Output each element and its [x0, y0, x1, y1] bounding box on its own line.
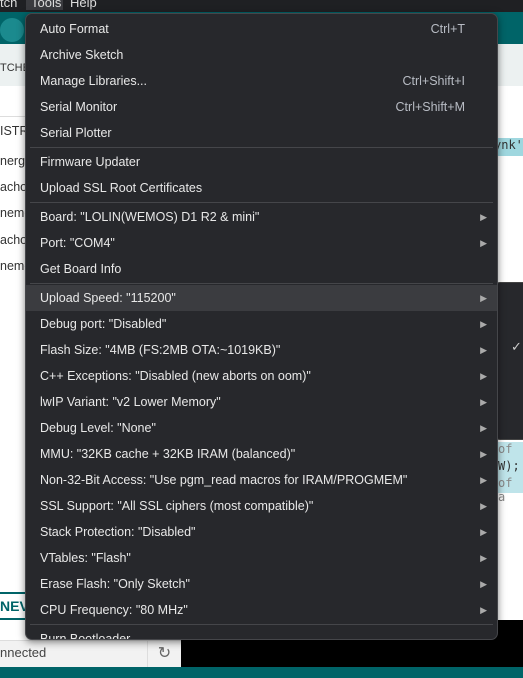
bottom-bar: [0, 667, 523, 678]
menu-item-label: VTables: "Flash": [40, 551, 131, 565]
menu-item[interactable]: Non-32-Bit Access: "Use pgm_read macros …: [26, 467, 497, 493]
menu-item[interactable]: Burn Bootloader: [26, 626, 497, 640]
menu-item-label: Auto Format: [40, 22, 109, 36]
menu-item-label: Serial Plotter: [40, 126, 112, 140]
menu-item[interactable]: Serial Plotter: [26, 120, 497, 146]
menu-separator: [30, 202, 493, 203]
menu-item-label: Port: "COM4": [40, 236, 115, 250]
menu-separator: [30, 147, 493, 148]
menu-help[interactable]: Help: [70, 0, 97, 9]
menu-item[interactable]: Debug Level: "None" ▶: [26, 415, 497, 441]
menu-item[interactable]: Flash Size: "4MB (FS:2MB OTA:~1019KB)" ▶: [26, 337, 497, 363]
menu-item-label: Stack Protection: "Disabled": [40, 525, 196, 539]
chevron-right-icon: ▶: [480, 371, 487, 381]
menu-item[interactable]: Auto Format Ctrl+T: [26, 16, 497, 42]
chevron-right-icon: ▶: [480, 345, 487, 355]
sidebar-item[interactable]: acho: [0, 180, 27, 194]
sidebar-item[interactable]: nerg: [0, 154, 25, 168]
chevron-right-icon: ▶: [480, 579, 487, 589]
menu-item-label: lwIP Variant: "v2 Lower Memory": [40, 395, 221, 409]
menu-separator: [30, 283, 493, 284]
menu-item[interactable]: Archive Sketch: [26, 42, 497, 68]
menu-item[interactable]: Manage Libraries... Ctrl+Shift+I: [26, 68, 497, 94]
menu-item[interactable]: Get Board Info: [26, 256, 497, 282]
chevron-right-icon: ▶: [480, 527, 487, 537]
menu-item-label: Non-32-Bit Access: "Use pgm_read macros …: [40, 473, 408, 487]
checkmark-icon: ✓: [511, 339, 522, 354]
menu-item[interactable]: Serial Monitor Ctrl+Shift+M: [26, 94, 497, 120]
code-line: of a: [498, 476, 523, 504]
menu-tools[interactable]: Tools: [26, 0, 63, 10]
connection-status: nnected: [0, 645, 47, 660]
chevron-right-icon: ▶: [480, 423, 487, 433]
menu-item[interactable]: C++ Exceptions: "Disabled (new aborts on…: [26, 363, 497, 389]
menu-item[interactable]: VTables: "Flash" ▶: [26, 545, 497, 571]
menu-item-label: Serial Monitor: [40, 100, 118, 114]
chevron-right-icon: ▶: [480, 238, 487, 248]
menu-sketch[interactable]: tch: [0, 0, 17, 9]
menu-item-label: Erase Flash: "Only Sketch": [40, 577, 190, 591]
menu-item-label: Get Board Info: [40, 262, 122, 276]
tools-menu: Auto Format Ctrl+T Archive Sketch Manage Li…: [25, 13, 498, 640]
menu-item[interactable]: CPU Frequency: "80 MHz" ▶: [26, 597, 497, 623]
menu-item-shortcut: Ctrl+Shift+I: [402, 74, 465, 88]
menu-item-label: Debug Level: "None": [40, 421, 156, 435]
menu-item-label: Firmware Updater: [40, 155, 141, 169]
chevron-right-icon: ▶: [480, 475, 487, 485]
code-highlight: ynk': [494, 138, 523, 156]
menu-item[interactable]: Port: "COM4" ▶: [26, 230, 497, 256]
menu-item-label: Flash Size: "4MB (FS:2MB OTA:~1019KB)": [40, 343, 281, 357]
menu-item-shortcut: Ctrl+T: [430, 22, 465, 36]
menu-item-label: Archive Sketch: [40, 48, 124, 62]
menu-item-label: MMU: "32KB cache + 32KB IRAM (balanced)": [40, 447, 296, 461]
refresh-icon[interactable]: ↻: [147, 641, 181, 668]
menu-item[interactable]: Erase Flash: "Only Sketch" ▶: [26, 571, 497, 597]
menu-item-label: Debug port: "Disabled": [40, 317, 167, 331]
status-bar: nnected ↻: [0, 640, 181, 668]
tab-new[interactable]: NEV: [0, 592, 29, 620]
menu-item-label: C++ Exceptions: "Disabled (new aborts on…: [40, 369, 311, 383]
menu-item[interactable]: Stack Protection: "Disabled" ▶: [26, 519, 497, 545]
menubar: tch Tools Help: [0, 0, 523, 12]
divider: [0, 116, 25, 117]
menu-item[interactable]: lwIP Variant: "v2 Lower Memory" ▶: [26, 389, 497, 415]
upload-speed-submenu: ✓: [494, 282, 523, 440]
code-line: W);: [498, 459, 523, 476]
chevron-right-icon: ▶: [480, 449, 487, 459]
chevron-right-icon: ▶: [480, 319, 487, 329]
menu-item[interactable]: MMU: "32KB cache + 32KB IRAM (balanced)"…: [26, 441, 497, 467]
menu-item-label: Board: "LOLIN(WEMOS) D1 R2 & mini": [40, 210, 260, 224]
menu-item-label: Upload Speed: "115200": [40, 291, 176, 305]
menu-item-label: Upload SSL Root Certificates: [40, 181, 203, 195]
chevron-right-icon: ▶: [480, 553, 487, 563]
chevron-right-icon: ▶: [480, 397, 487, 407]
chevron-right-icon: ▶: [480, 293, 487, 303]
upload-button[interactable]: [0, 18, 24, 42]
menu-item[interactable]: Firmware Updater: [26, 149, 497, 175]
menu-item[interactable]: SSL Support: "All SSL ciphers (most comp…: [26, 493, 497, 519]
menu-item[interactable]: Upload SSL Root Certificates: [26, 175, 497, 201]
menu-item-label: Manage Libraries...: [40, 74, 148, 88]
sidebar-item[interactable]: acho: [0, 233, 27, 247]
menu-separator: [30, 624, 493, 625]
menu-item[interactable]: Debug port: "Disabled" ▶: [26, 311, 497, 337]
menu-item[interactable]: Board: "LOLIN(WEMOS) D1 R2 & mini" ▶: [26, 204, 497, 230]
menu-item-shortcut: Ctrl+Shift+M: [395, 100, 465, 114]
chevron-right-icon: ▶: [480, 212, 487, 222]
menu-item-label: CPU Frequency: "80 MHz": [40, 603, 188, 617]
code-line: of a: [498, 442, 523, 470]
menu-item[interactable]: Upload Speed: "115200" ▶: [26, 285, 497, 311]
menu-item-label: SSL Support: "All SSL ciphers (most comp…: [40, 499, 314, 513]
menu-item-label: Burn Bootloader: [40, 632, 131, 640]
chevron-right-icon: ▶: [480, 501, 487, 511]
chevron-right-icon: ▶: [480, 605, 487, 615]
